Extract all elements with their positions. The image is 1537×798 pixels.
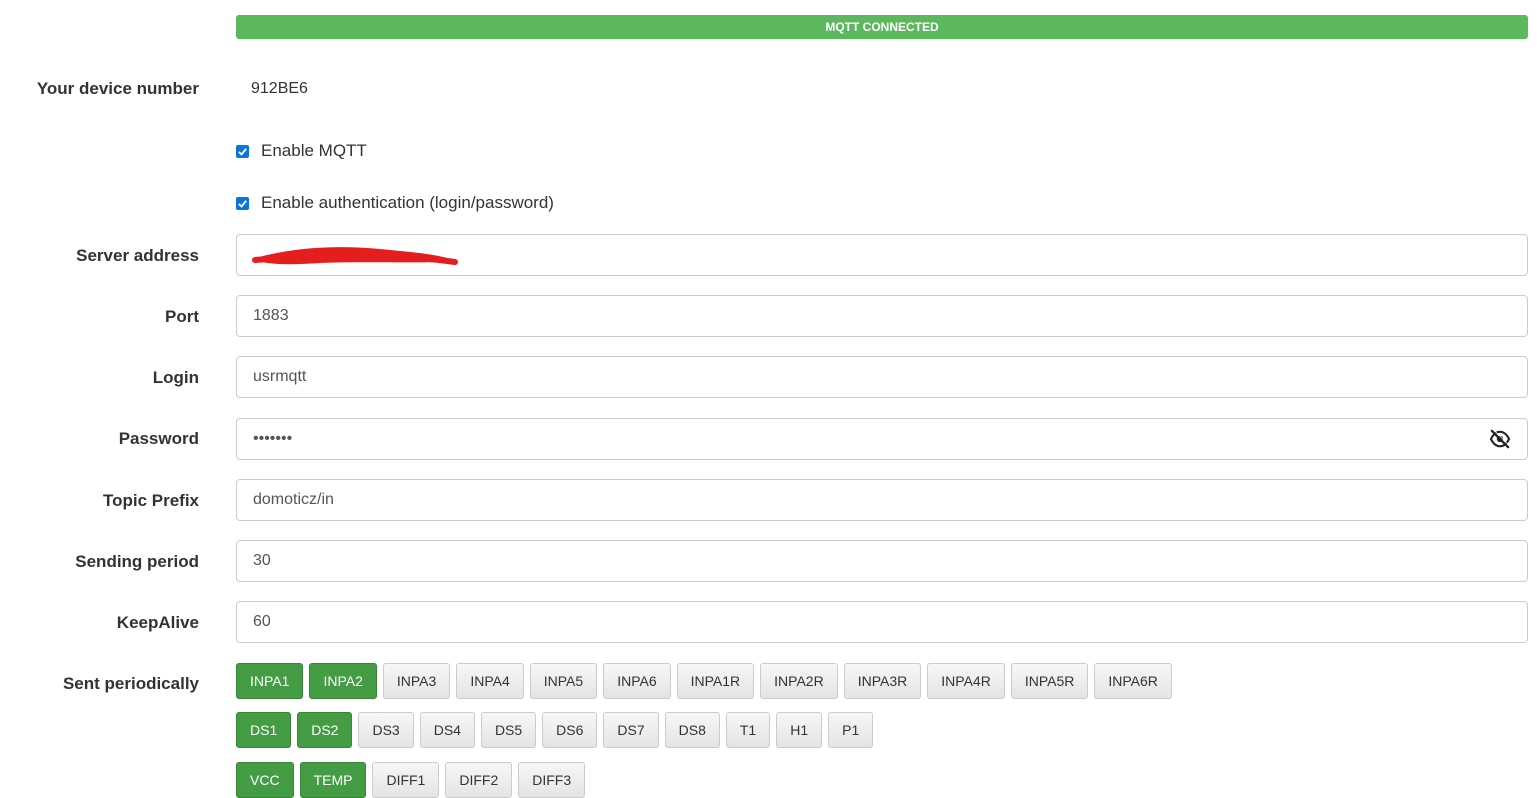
password-input[interactable] <box>237 419 1453 459</box>
sensor-toggle-button[interactable]: DS7 <box>603 712 659 748</box>
redaction-scribble <box>252 247 458 265</box>
sent-periodically-label: Sent periodically <box>62 674 199 693</box>
topic-prefix-field[interactable] <box>236 479 1528 521</box>
keepalive-field[interactable] <box>236 601 1528 643</box>
login-input[interactable] <box>237 357 1453 397</box>
sensor-buttons-row-1: INPA1 INPA2 INPA3 INPA4 INPA5 INPA6 INPA… <box>236 663 1172 699</box>
sending-period-input[interactable] <box>237 541 1453 581</box>
device-number-value: 912BE6 <box>251 80 308 97</box>
sensor-toggle-button[interactable]: DIFF2 <box>445 762 513 798</box>
sensor-toggle-button[interactable]: INPA2 <box>309 663 377 699</box>
enable-auth-label: Enable authentication (login/password) <box>261 193 554 212</box>
password-field[interactable] <box>236 418 1528 460</box>
sending-period-label: Sending period <box>75 552 199 571</box>
sensor-toggle-button[interactable]: INPA2R <box>760 663 838 699</box>
sensor-toggle-button[interactable]: DS2 <box>297 712 353 748</box>
eye-slash-icon[interactable] <box>1489 429 1511 449</box>
sensor-toggle-button[interactable]: INPA4 <box>456 663 524 699</box>
server-address-label: Server address <box>76 246 199 265</box>
keepalive-label: KeepAlive <box>116 613 199 632</box>
topic-prefix-input[interactable] <box>237 480 1453 520</box>
device-number-label: Your device number <box>36 79 199 98</box>
sensor-toggle-button[interactable]: INPA1R <box>676 663 755 699</box>
sensor-toggle-button[interactable]: INPA1 <box>236 663 304 699</box>
sensor-toggle-button[interactable]: T1 <box>725 712 771 748</box>
sensor-toggle-button[interactable]: P1 <box>828 712 874 748</box>
keepalive-input[interactable] <box>237 602 1453 642</box>
topic-prefix-label: Topic Prefix <box>102 491 199 510</box>
check-icon <box>238 199 247 208</box>
sensor-buttons-row-2: DS1 DS2 DS3 DS4 DS5 DS6 DS7 DS8 T1 H1 P1 <box>236 712 874 748</box>
sensor-toggle-button[interactable]: DS8 <box>664 712 720 748</box>
sensor-toggle-button[interactable]: INPA5 <box>529 663 598 699</box>
sensor-toggle-button[interactable]: INPA3R <box>843 663 922 699</box>
sensor-toggle-button[interactable]: TEMP <box>299 762 367 798</box>
sensor-toggle-button[interactable]: DS6 <box>542 712 598 748</box>
sensor-toggle-button[interactable]: VCC <box>236 762 294 798</box>
sensor-toggle-button[interactable]: DS4 <box>419 712 475 748</box>
password-label: Password <box>118 429 199 448</box>
sensor-buttons-row-3: VCC TEMP DIFF1 DIFF2 DIFF3 <box>236 762 586 798</box>
sensor-toggle-button[interactable]: DS5 <box>480 712 537 748</box>
enable-mqtt-checkbox[interactable] <box>236 144 249 158</box>
port-field[interactable] <box>236 295 1528 337</box>
login-field[interactable] <box>236 356 1528 398</box>
sensor-toggle-button[interactable]: DIFF1 <box>372 762 440 798</box>
enable-auth-row[interactable]: Enable authentication (login/password) <box>236 193 554 213</box>
port-label: Port <box>165 307 199 326</box>
sensor-toggle-button[interactable]: H1 <box>776 712 823 748</box>
sensor-toggle-button[interactable]: INPA6 <box>603 663 671 699</box>
enable-auth-checkbox[interactable] <box>236 196 249 210</box>
login-label: Login <box>152 368 199 387</box>
sensor-toggle-button[interactable]: INPA4R <box>927 663 1005 699</box>
check-icon <box>238 147 247 156</box>
sensor-toggle-button[interactable]: DS3 <box>358 712 414 748</box>
sensor-toggle-button[interactable]: INPA3 <box>382 663 451 699</box>
sensor-toggle-button[interactable]: INPA6R <box>1094 663 1172 699</box>
enable-mqtt-row[interactable]: Enable MQTT <box>236 141 367 161</box>
sending-period-field[interactable] <box>236 540 1528 582</box>
enable-mqtt-label: Enable MQTT <box>261 141 367 160</box>
sensor-toggle-button[interactable]: DS1 <box>236 712 292 748</box>
port-input[interactable] <box>237 296 1453 336</box>
mqtt-status-bar: MQTT CONNECTED <box>236 15 1528 39</box>
sensor-toggle-button[interactable]: INPA5R <box>1010 663 1089 699</box>
sensor-toggle-button[interactable]: DIFF3 <box>518 762 586 798</box>
